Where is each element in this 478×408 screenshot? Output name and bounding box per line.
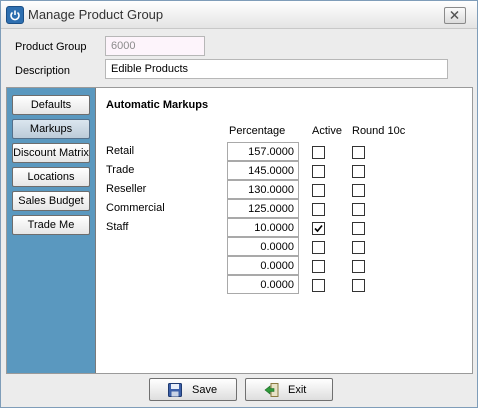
- title-bar: Manage Product Group: [1, 1, 477, 29]
- active-checkbox[interactable]: [312, 279, 325, 292]
- percentage-field[interactable]: 130.0000: [227, 180, 299, 199]
- round-10c-checkbox[interactable]: [352, 184, 365, 197]
- percentage-field[interactable]: 125.0000: [227, 199, 299, 218]
- round-10c-checkbox[interactable]: [352, 222, 365, 235]
- checkmark-icon: [314, 224, 323, 233]
- save-button[interactable]: Save: [149, 378, 237, 401]
- row-label: Reseller: [106, 183, 147, 195]
- exit-door-icon: [264, 383, 279, 400]
- percentage-field[interactable]: 10.0000: [227, 218, 299, 237]
- app-power-icon: [6, 6, 24, 24]
- row-label: Commercial: [106, 202, 165, 214]
- window-title: Manage Product Group: [28, 7, 164, 22]
- sidebar-item-defaults[interactable]: Defaults: [12, 95, 90, 115]
- active-checkbox[interactable]: [312, 165, 325, 178]
- round-10c-checkbox[interactable]: [352, 146, 365, 159]
- active-checkbox[interactable]: [312, 184, 325, 197]
- row-label: Staff: [106, 221, 129, 233]
- sidebar-item-markups[interactable]: Markups: [12, 119, 90, 139]
- description-label: Description: [15, 65, 71, 77]
- active-checkbox[interactable]: [312, 203, 325, 216]
- description-field[interactable]: Edible Products: [105, 59, 448, 79]
- row-label: Trade: [106, 164, 135, 176]
- sidebar-item-discount-matrix[interactable]: Discount Matrix: [12, 143, 90, 163]
- column-header-percentage: Percentage: [229, 125, 286, 137]
- percentage-field[interactable]: 157.0000: [227, 142, 299, 161]
- save-label: Save: [192, 384, 218, 396]
- floppy-disk-icon: [168, 383, 182, 400]
- percentage-field[interactable]: 0.0000: [227, 275, 299, 294]
- percentage-field[interactable]: 0.0000: [227, 256, 299, 275]
- manage-product-group-window: Manage Product Group Product Group 6000 …: [0, 0, 478, 408]
- round-10c-checkbox[interactable]: [352, 241, 365, 254]
- round-10c-checkbox[interactable]: [352, 279, 365, 292]
- product-group-label: Product Group: [15, 41, 87, 53]
- round-10c-checkbox[interactable]: [352, 203, 365, 216]
- percentage-field[interactable]: 145.0000: [227, 161, 299, 180]
- close-icon: [450, 11, 459, 19]
- active-checkbox[interactable]: [312, 241, 325, 254]
- sidebar-item-sales-budget[interactable]: Sales Budget: [12, 191, 90, 211]
- active-checkbox[interactable]: [312, 222, 325, 235]
- close-button[interactable]: [444, 7, 466, 24]
- row-label: Retail: [106, 145, 135, 157]
- sidebar: Defaults Markups Discount Matrix Locatio…: [7, 88, 96, 373]
- round-10c-checkbox[interactable]: [352, 260, 365, 273]
- sidebar-item-locations[interactable]: Locations: [12, 167, 90, 187]
- round-10c-checkbox[interactable]: [352, 165, 365, 178]
- section-title: Automatic Markups: [106, 99, 209, 111]
- exit-button[interactable]: Exit: [245, 378, 333, 401]
- percentage-field[interactable]: 0.0000: [227, 237, 299, 256]
- exit-label: Exit: [288, 384, 307, 396]
- main-panel: Defaults Markups Discount Matrix Locatio…: [6, 87, 473, 374]
- sidebar-item-trade-me[interactable]: Trade Me: [12, 215, 90, 235]
- active-checkbox[interactable]: [312, 260, 325, 273]
- active-checkbox[interactable]: [312, 146, 325, 159]
- product-group-field[interactable]: 6000: [105, 36, 205, 56]
- column-header-round: Round 10c: [352, 125, 406, 137]
- column-header-active: Active: [312, 125, 342, 137]
